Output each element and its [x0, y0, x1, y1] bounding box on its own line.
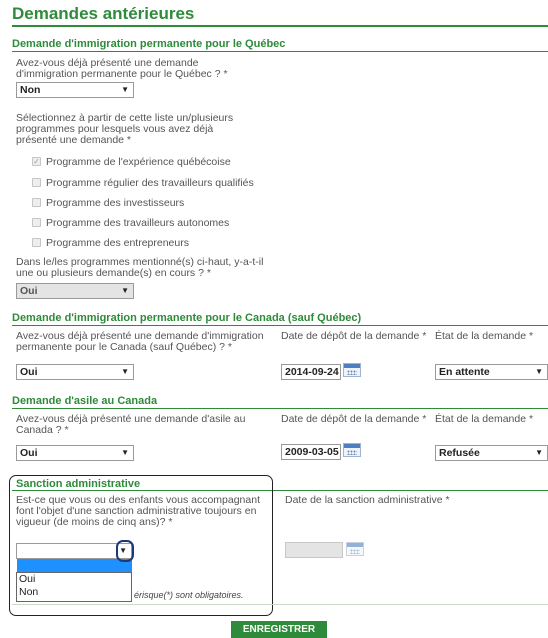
chevron-down-icon: ▼ — [535, 448, 543, 457]
quebec-q3-value: Oui — [20, 285, 38, 297]
chevron-down-icon: ▼ — [121, 85, 129, 94]
checkbox[interactable] — [32, 198, 41, 207]
canada-state-value: En attente — [439, 366, 490, 378]
quebec-q3-select[interactable]: Oui ▼ — [16, 283, 134, 299]
quebec-q2-label: Sélectionnez à partir de cette liste un/… — [16, 112, 234, 146]
asile-date-input[interactable]: 2009-03-05 — [281, 444, 341, 460]
canada-state-label: État de la demande * — [435, 330, 534, 342]
asile-date-value: 2009-03-05 — [285, 446, 339, 458]
asile-section-divider — [12, 408, 548, 409]
footer-divider — [12, 604, 548, 605]
canada-section-heading: Demande d'immigration permanente pour le… — [12, 312, 362, 324]
program-label: Programme de l'expérience québécoise — [46, 156, 231, 168]
program-label: Programme des investisseurs — [46, 197, 185, 209]
canada-date-value: 2014-09-24 — [285, 366, 339, 378]
asile-section-heading: Demande d'asile au Canada — [12, 395, 158, 407]
canada-state-select[interactable]: En attente ▼ — [435, 364, 548, 380]
canada-q-label: Avez-vous déjà présenté une demande d'im… — [16, 330, 264, 353]
title-divider — [12, 25, 548, 27]
program-label: Programme régulier des travailleurs qual… — [46, 177, 254, 189]
quebec-q1-select[interactable]: Non ▼ — [16, 82, 134, 98]
chevron-down-icon: ▼ — [121, 367, 129, 376]
asile-state-select[interactable]: Refusée ▼ — [435, 445, 548, 461]
chevron-down-icon: ▼ — [121, 286, 129, 295]
quebec-section-divider — [12, 51, 548, 52]
canada-q-select[interactable]: Oui ▼ — [16, 364, 134, 380]
canada-date-label: Date de dépôt de la demande * — [281, 330, 427, 342]
page-title: Demandes antérieures — [12, 4, 195, 23]
quebec-q1-label: Avez-vous déjà présenté une demande d'im… — [16, 57, 228, 80]
calendar-icon[interactable] — [343, 363, 361, 377]
checkbox-checked[interactable]: ✓ — [32, 157, 41, 166]
quebec-q3-label: Dans le/les programmes mentionné(s) ci-h… — [16, 256, 264, 279]
chevron-down-icon: ▼ — [121, 448, 129, 457]
asile-q-label: Avez-vous déjà présenté une demande d'as… — [16, 413, 246, 436]
asile-date-label: Date de dépôt de la demande * — [281, 413, 427, 425]
canada-date-input[interactable]: 2014-09-24 — [281, 364, 341, 380]
chevron-down-icon: ▼ — [535, 367, 543, 376]
program-label: Programme des entrepreneurs — [46, 237, 189, 249]
asile-q-select[interactable]: Oui ▼ — [16, 445, 134, 461]
sanction-date-label: Date de la sanction administrative * — [285, 494, 450, 506]
quebec-q1-value: Non — [20, 84, 41, 96]
asile-state-value: Refusée — [439, 447, 480, 459]
canada-section-divider — [12, 325, 548, 326]
sanction-date-input[interactable] — [285, 542, 343, 558]
canada-q-value: Oui — [20, 366, 38, 378]
asile-state-label: État de la demande * — [435, 413, 534, 425]
checkbox[interactable] — [32, 218, 41, 227]
quebec-section-heading: Demande d'immigration permanente pour le… — [12, 38, 286, 50]
calendar-icon[interactable] — [343, 443, 361, 457]
save-button[interactable]: ENREGISTRER — [231, 621, 327, 638]
program-label: Programme des travailleurs autonomes — [46, 217, 230, 229]
asile-q-value: Oui — [20, 447, 38, 459]
calendar-icon[interactable] — [346, 542, 364, 556]
annotation-box — [9, 475, 273, 616]
checkbox[interactable] — [32, 178, 41, 187]
checkbox[interactable] — [32, 238, 41, 247]
